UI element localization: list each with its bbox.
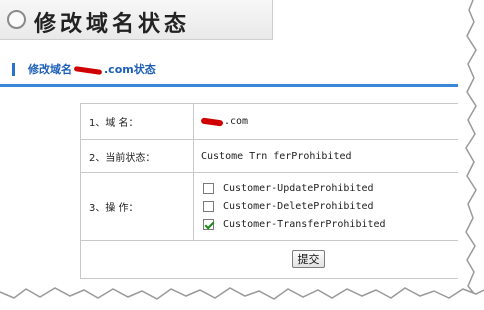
operation-options: Customer-UpdateProhibited Customer-Delet… [201,173,479,240]
option-label: Customer-UpdateProhibited [223,183,374,194]
operation-label: 3、操 作： [81,173,194,240]
domain-value: .com [200,104,479,139]
section-title-prefix: 修改域名 [28,63,72,76]
header-spacer [273,0,484,40]
option-label: Customer-DeleteProhibited [223,201,374,212]
submit-button[interactable]: 提交 [292,250,325,268]
circle-icon [7,10,26,29]
redaction-mark [200,116,224,127]
current-status-value: Custome Trn ferProhibited [201,150,352,162]
table-row: 3、操 作： Customer-UpdateProhibited Custome… [81,173,479,241]
page-header: 修改域名状态 [0,0,273,40]
option-update-prohibited[interactable]: Customer-UpdateProhibited [203,180,374,198]
domain-status-form: 1、域 名： .com 2、当前状态： Custome Trn ferProhi… [80,103,480,279]
transfer-prohibited-checkbox[interactable] [203,219,214,230]
table-row: 2、当前状态： Custome Trn ferProhibited [81,140,479,173]
torn-edge-bottom [0,280,484,310]
section-header: 修改域名 .com状态 [0,55,484,85]
option-transfer-prohibited[interactable]: Customer-TransferProhibited [203,216,386,234]
domain-value-text: .com [224,116,249,127]
section-title: 修改域名 .com状态 [28,61,156,77]
option-label: Customer-TransferProhibited [223,219,386,230]
update-prohibited-checkbox[interactable] [203,183,214,194]
current-status-label: 2、当前状态： [81,140,194,172]
redaction-mark [73,65,103,75]
section-marker [12,63,15,76]
table-row: 1、域 名： .com [81,104,479,140]
page-title: 修改域名状态 [34,12,191,37]
divider [0,84,484,87]
option-delete-prohibited[interactable]: Customer-DeleteProhibited [203,198,374,216]
domain-label: 1、域 名： [81,104,194,139]
delete-prohibited-checkbox[interactable] [203,201,214,212]
torn-edge-right [458,0,484,310]
section-title-suffix: .com状态 [104,63,156,76]
